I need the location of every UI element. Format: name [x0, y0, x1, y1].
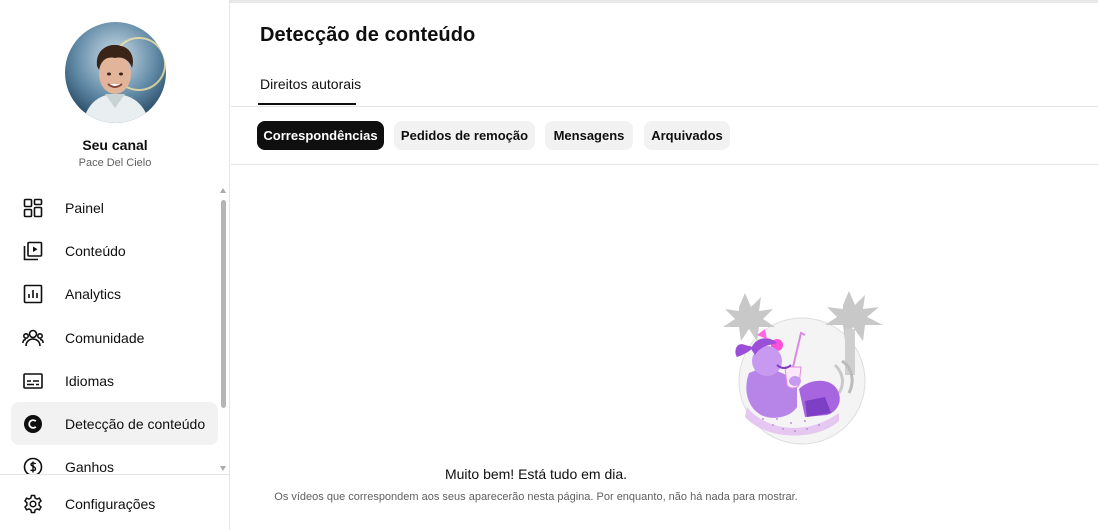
chips-divider: [231, 164, 1098, 165]
scroll-up-arrow-icon[interactable]: [220, 188, 226, 193]
avatar-image: [65, 22, 166, 123]
chip-removal-requests[interactable]: Pedidos de remoção: [394, 121, 535, 150]
channel-name: Pace Del Cielo: [78, 157, 152, 169]
main-content: Detecção de conteúdo Direitos autorais C…: [231, 0, 1098, 530]
tab-copyright[interactable]: Direitos autorais: [258, 76, 363, 106]
sidebar-item-analytics[interactable]: Analytics: [11, 272, 218, 315]
channel-avatar[interactable]: [65, 22, 166, 123]
empty-state-description: Os vídeos que correspondem aos seus apar…: [274, 491, 798, 503]
sidebar-item-settings[interactable]: Configurações: [11, 482, 218, 525]
chip-messages[interactable]: Mensagens: [545, 121, 633, 150]
sidebar-item-label: Comunidade: [65, 330, 145, 346]
sidebar-item-dashboard[interactable]: Painel: [11, 186, 218, 229]
sidebar-item-label: Idiomas: [65, 373, 115, 389]
sidebar-item-label: Analytics: [65, 286, 122, 302]
sidebar-item-label: Painel: [65, 200, 104, 216]
subtitles-icon: [22, 370, 44, 392]
channel-title: Seu canal: [82, 137, 148, 153]
sidebar-item-community[interactable]: Comunidade: [11, 316, 218, 359]
sidebar: Seu canal Pace Del Cielo Painel Conteúdo: [0, 0, 230, 530]
analytics-icon: [22, 283, 44, 305]
chip-archived[interactable]: Arquivados: [644, 121, 730, 150]
empty-state-title: Muito bem! Está tudo em dia.: [444, 466, 628, 482]
sidebar-item-label: Detecção de conteúdo: [65, 416, 206, 432]
tab-active-indicator: [258, 103, 356, 105]
content-icon: [22, 240, 44, 262]
tabs-divider: [231, 106, 1098, 107]
page-title: Detecção de conteúdo: [260, 24, 476, 46]
sidebar-item-label: Conteúdo: [65, 243, 126, 259]
chip-matches[interactable]: Correspondências: [257, 121, 384, 150]
empty-state-illustration: [707, 289, 887, 451]
sidebar-item-content[interactable]: Conteúdo: [11, 229, 218, 272]
sidebar-item-languages[interactable]: Idiomas: [11, 359, 218, 402]
scroll-thumb[interactable]: [221, 200, 226, 408]
copyright-icon: [22, 413, 44, 435]
sidebar-item-content-detection[interactable]: Detecção de conteúdo: [11, 402, 218, 445]
dashboard-icon: [22, 197, 44, 219]
sidebar-scrollbar[interactable]: [220, 186, 227, 474]
sidebar-nav: Painel Conteúdo Analytics Comunidade Idi…: [0, 186, 230, 474]
community-icon: [22, 327, 44, 349]
